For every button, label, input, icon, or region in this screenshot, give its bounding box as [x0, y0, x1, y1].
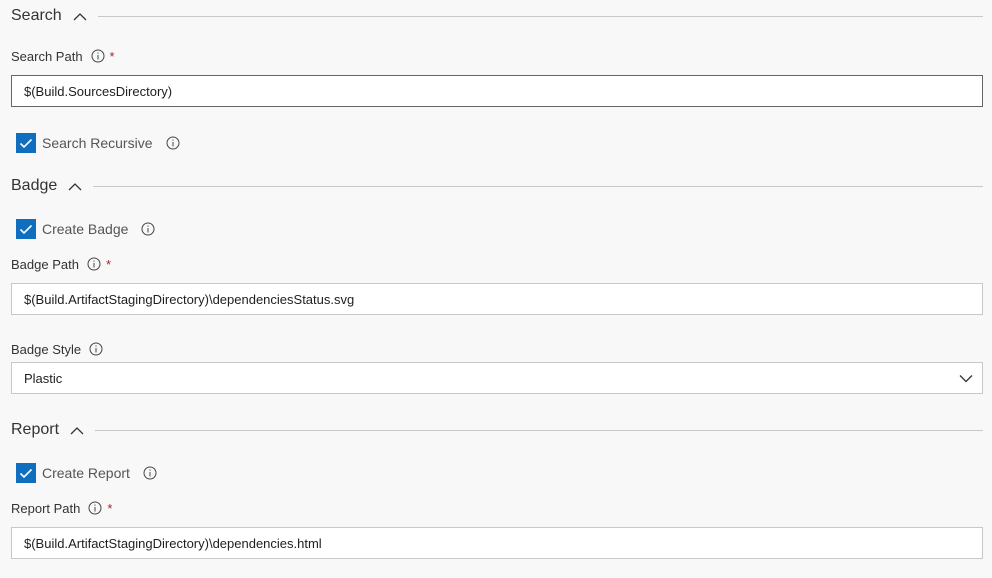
badge-style-select[interactable]: Plastic: [11, 362, 983, 394]
report-section-header: Report: [11, 418, 983, 442]
search-section-title: Search: [11, 7, 62, 24]
info-icon[interactable]: [143, 466, 157, 480]
required-marker: *: [107, 500, 113, 516]
info-icon[interactable]: [89, 342, 103, 356]
report-path-label-text: Report Path: [11, 500, 81, 516]
report-path-label: Report Path *: [11, 499, 112, 517]
checkmark-icon: [19, 138, 33, 148]
badge-section-title: Badge: [11, 177, 58, 194]
create-report-checkbox-row[interactable]: Create Report: [16, 463, 157, 483]
badge-style-selected-value: Plastic: [24, 370, 63, 386]
chevron-up-icon[interactable]: [65, 422, 89, 438]
search-recursive-checkbox[interactable]: [16, 133, 36, 153]
search-path-label: Search Path *: [11, 47, 115, 65]
section-divider: [95, 429, 983, 431]
report-path-input[interactable]: [11, 527, 983, 559]
info-icon[interactable]: [87, 257, 101, 271]
create-badge-label: Create Badge: [42, 221, 129, 237]
search-section-header: Search: [11, 4, 983, 28]
search-path-label-text: Search Path: [11, 48, 83, 64]
section-divider: [93, 185, 983, 187]
info-icon[interactable]: [166, 136, 180, 150]
required-marker: *: [109, 48, 115, 64]
report-section-title: Report: [11, 421, 60, 438]
badge-path-input[interactable]: [11, 283, 983, 315]
chevron-down-icon[interactable]: [950, 363, 982, 393]
search-path-input[interactable]: [11, 75, 983, 107]
info-icon[interactable]: [88, 501, 102, 515]
info-icon[interactable]: [141, 222, 155, 236]
create-badge-checkbox-row[interactable]: Create Badge: [16, 219, 155, 239]
create-badge-checkbox[interactable]: [16, 219, 36, 239]
create-report-checkbox[interactable]: [16, 463, 36, 483]
search-recursive-checkbox-row[interactable]: Search Recursive: [16, 133, 180, 153]
badge-section-header: Badge: [11, 174, 983, 198]
create-report-label: Create Report: [42, 465, 130, 481]
badge-path-label: Badge Path *: [11, 255, 111, 273]
chevron-up-icon[interactable]: [63, 178, 87, 194]
search-recursive-label: Search Recursive: [42, 135, 153, 151]
section-divider: [97, 15, 983, 17]
badge-style-label: Badge Style: [11, 340, 103, 358]
required-marker: *: [105, 256, 112, 272]
chevron-up-icon[interactable]: [68, 8, 92, 24]
badge-style-label-text: Badge Style: [11, 341, 82, 357]
badge-path-label-text: Badge Path: [11, 256, 79, 272]
checkmark-icon: [19, 468, 33, 478]
checkmark-icon: [19, 224, 33, 234]
info-icon[interactable]: [91, 49, 105, 63]
